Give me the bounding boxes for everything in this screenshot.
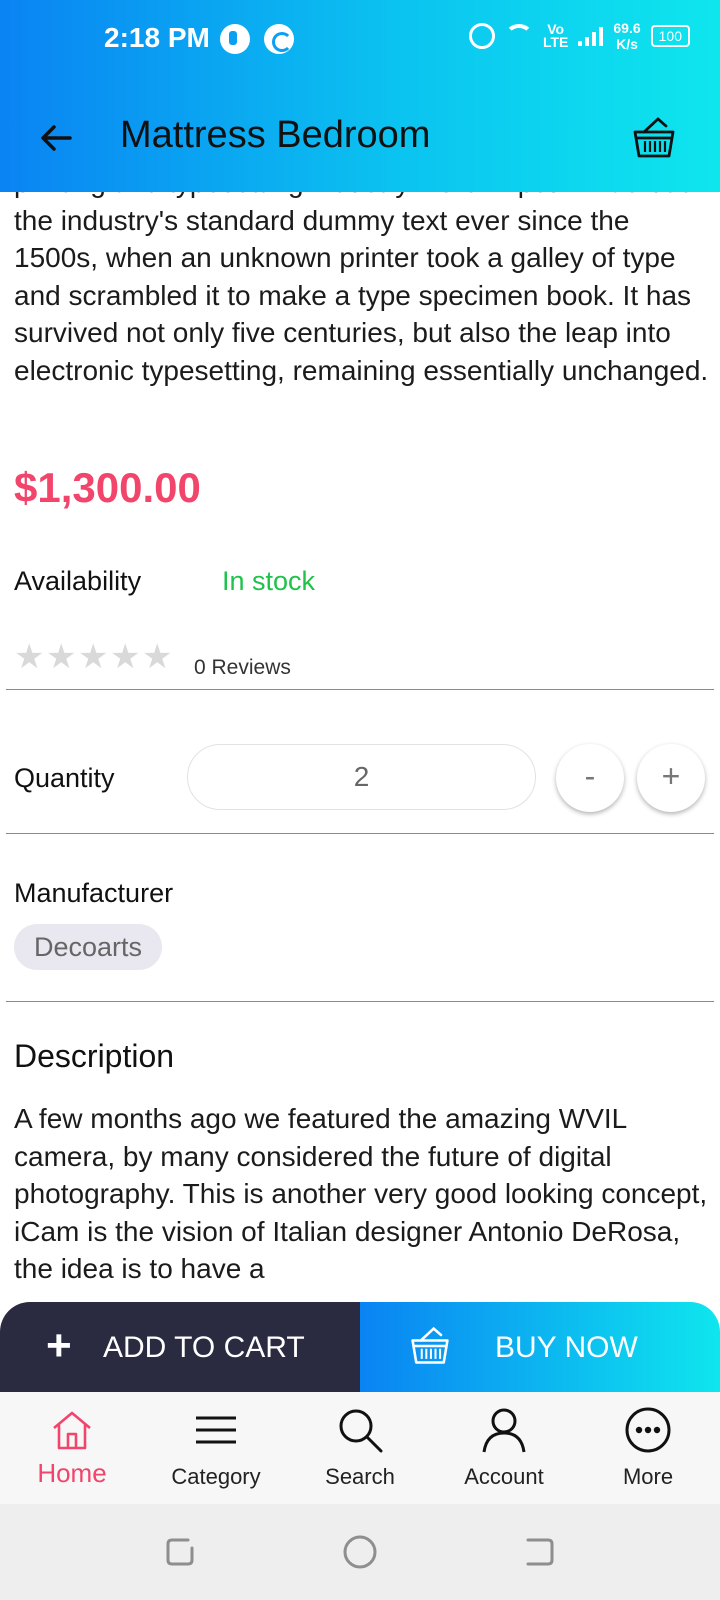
description-text: A few months ago we featured the amazing… [14, 1103, 708, 1284]
divider [6, 689, 714, 690]
basket-icon [411, 1326, 449, 1364]
search-icon [339, 1409, 383, 1453]
recent-apps-icon[interactable] [162, 1534, 198, 1570]
nav-item-account[interactable]: Account [432, 1392, 576, 1504]
home-button-icon[interactable] [342, 1534, 378, 1570]
app-bar: Mattress Bedroom [0, 100, 720, 176]
buy-now-label: BUY NOW [495, 1331, 638, 1364]
nav-item-more[interactable]: More [576, 1392, 720, 1504]
signal-icon [578, 26, 604, 46]
status-bar: 2:18 PM Vo LTE 69.6 K/s 100 [0, 0, 720, 80]
sync-app-icon [264, 24, 294, 54]
quantity-input[interactable]: 2 [187, 744, 536, 810]
alarm-icon [468, 23, 495, 49]
availability-value: In stock [222, 566, 316, 596]
product-intro-text: printing and typesetting industry. Lorem… [14, 192, 709, 386]
cart-basket-icon[interactable] [630, 114, 678, 162]
star-icon: ★ [78, 638, 109, 676]
star-icon: ★ [110, 638, 141, 676]
app-header: 2:18 PM Vo LTE 69.6 K/s 100 Mattress Bed… [0, 0, 720, 192]
speed-unit: K/s [616, 36, 638, 52]
menu-icon [196, 1416, 236, 1444]
network-bottom-label: LTE [542, 34, 569, 50]
divider [6, 1001, 714, 1002]
notification-app-icon [220, 24, 250, 54]
availability-label: Availability [14, 566, 142, 596]
quantity-label: Quantity [14, 763, 115, 793]
buy-now-button[interactable]: BUY NOW [360, 1302, 720, 1392]
nav-item-home[interactable]: Home [0, 1392, 144, 1504]
nav-item-category[interactable]: Category [144, 1392, 288, 1504]
purchase-action-bar: + ADD TO CART BUY NOW [0, 1302, 720, 1392]
reviews-count[interactable]: 0 Reviews [194, 656, 291, 680]
bottom-navigation: Home Category Search Account More [0, 1392, 720, 1504]
divider [6, 833, 714, 834]
product-detail-scroll[interactable]: printing and typesetting industry. Lorem… [0, 192, 720, 1302]
nav-label-category: Category [171, 1464, 261, 1489]
star-icon: ★ [142, 638, 173, 676]
plus-icon: + [46, 1321, 72, 1370]
manufacturer-label: Manufacturer [14, 878, 174, 908]
add-to-cart-label: ADD TO CART [103, 1331, 305, 1364]
nav-label-home: Home [37, 1458, 107, 1488]
account-icon [482, 1408, 526, 1453]
wifi-icon [504, 24, 533, 48]
back-arrow-icon[interactable] [36, 118, 76, 158]
quantity-decrease-button[interactable]: - [556, 744, 624, 812]
home-icon [53, 1411, 91, 1450]
system-navigation-bar [0, 1504, 720, 1600]
nav-item-search[interactable]: Search [288, 1392, 432, 1504]
add-to-cart-button[interactable]: + ADD TO CART [0, 1302, 360, 1392]
nav-label-more: More [622, 1464, 674, 1489]
nav-label-account: Account [464, 1464, 544, 1489]
product-price: $1,300.00 [14, 464, 201, 511]
more-icon [625, 1407, 671, 1453]
rating-stars: ★ ★ ★ ★ ★ [14, 638, 173, 676]
star-icon: ★ [14, 638, 45, 676]
back-button-icon[interactable] [522, 1534, 558, 1570]
nav-label-search: Search [325, 1464, 395, 1489]
manufacturer-chip[interactable]: Decoarts [14, 924, 163, 970]
page-title: Mattress Bedroom [120, 114, 431, 156]
network-speed: 69.6 K/s [613, 20, 640, 52]
status-time: 2:18 PM [104, 22, 210, 53]
speed-value: 69.6 [613, 20, 641, 36]
quantity-increase-button[interactable]: + [637, 744, 705, 812]
lte-indicator: Vo LTE [542, 22, 569, 50]
star-icon: ★ [46, 638, 77, 676]
status-icons: Vo LTE 69.6 K/s 100 [468, 20, 690, 52]
description-title: Description [14, 1038, 175, 1074]
battery-icon: 100 [650, 25, 690, 47]
